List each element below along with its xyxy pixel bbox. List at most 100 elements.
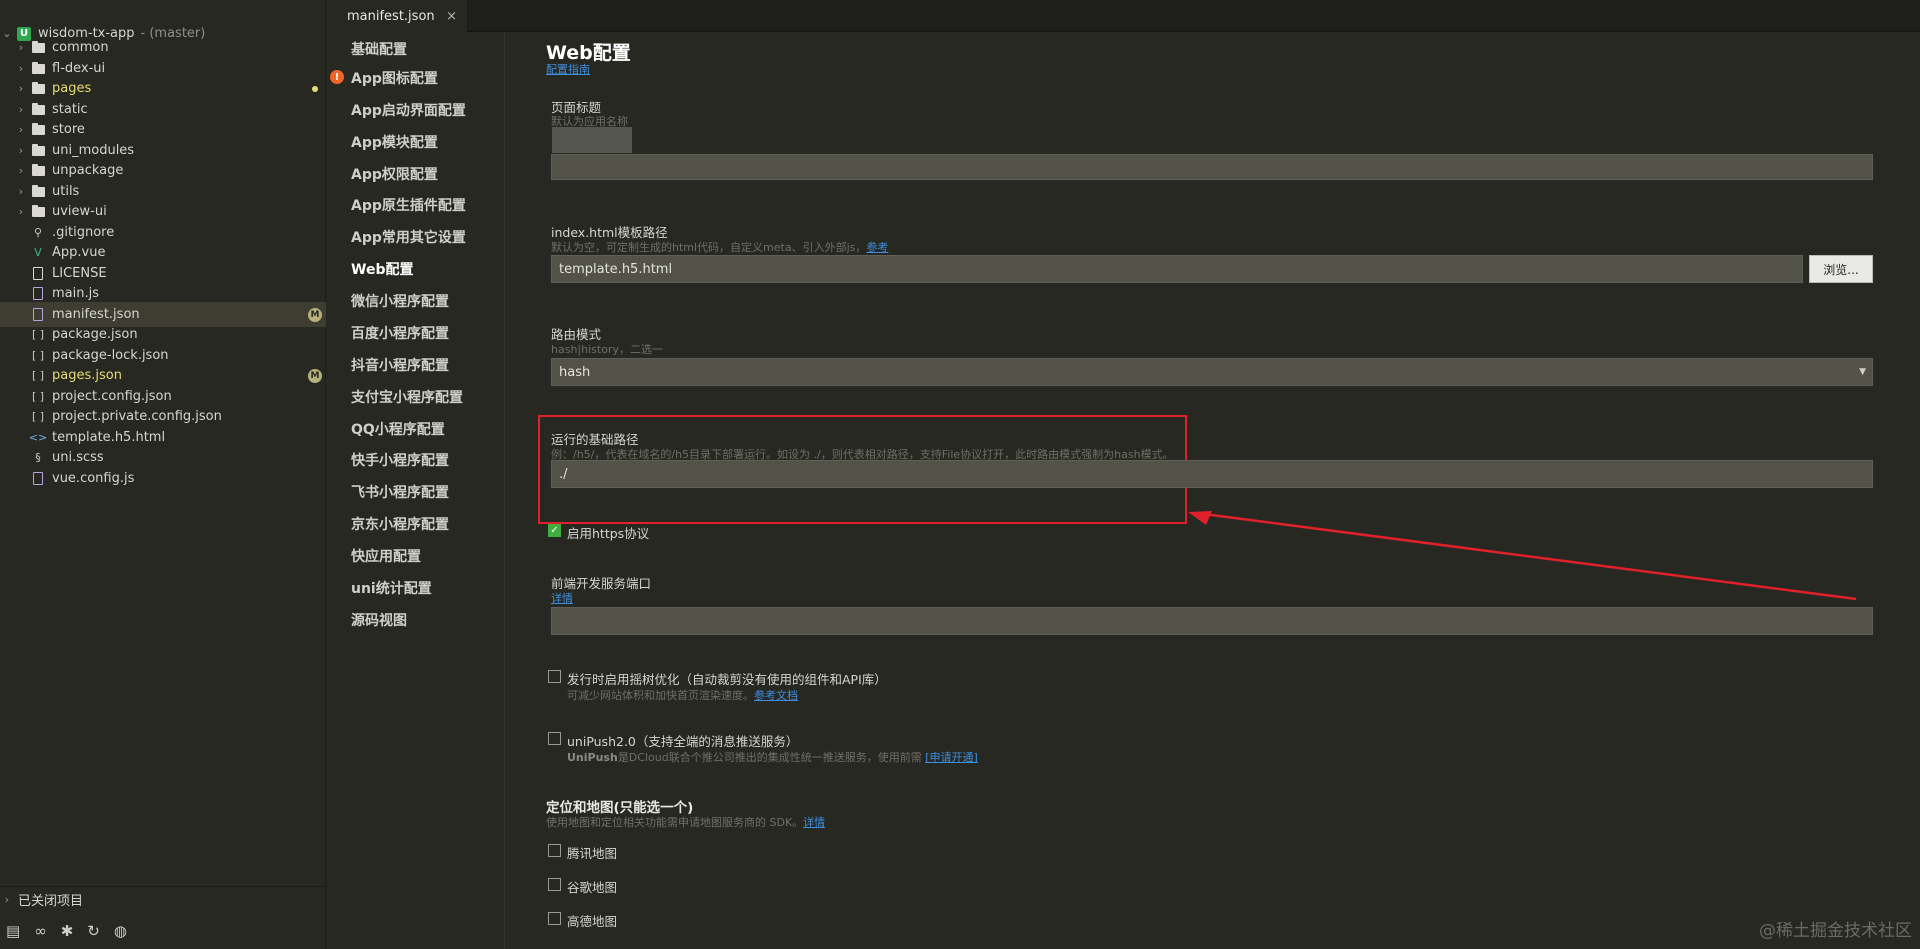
chevron-right-icon[interactable]: › xyxy=(14,144,28,157)
tab-label: manifest.json xyxy=(347,8,435,24)
nav-qq-mp-config[interactable]: QQ小程序配置 xyxy=(351,419,445,439)
folder-icon xyxy=(28,61,48,77)
nav-app-other-settings[interactable]: App常用其它设置 xyxy=(351,227,466,247)
nav-douyin-mp-config[interactable]: 抖音小程序配置 xyxy=(351,355,449,375)
closed-projects[interactable]: › 已关闭项目 xyxy=(0,886,326,911)
tree-item-label: main.js xyxy=(52,286,99,301)
chevron-right-icon[interactable]: › xyxy=(14,103,28,116)
nav-baidu-mp-config[interactable]: 百度小程序配置 xyxy=(351,323,449,343)
google-map-checkbox[interactable] xyxy=(548,878,561,891)
tree-item-label: unpackage xyxy=(52,163,124,178)
nav-app-native-plugin-config[interactable]: App原生插件配置 xyxy=(351,195,466,215)
nav-app-splash-config[interactable]: App启动界面配置 xyxy=(351,100,466,120)
router-mode-value: hash xyxy=(559,364,591,380)
html-file-icon: <> xyxy=(28,431,48,444)
vue-file-icon: V xyxy=(34,246,42,259)
dev-port-details-link[interactable]: 详情 xyxy=(551,590,573,606)
tree-item-label: pages.json xyxy=(52,368,122,383)
tree-item-label: store xyxy=(52,122,85,137)
folder-icon xyxy=(28,102,48,118)
config-guide-link[interactable]: 配置指南 xyxy=(546,61,590,77)
tree-item-label: App.vue xyxy=(52,245,106,260)
bug-icon[interactable]: ✱ xyxy=(61,922,74,940)
binoculars-icon[interactable]: ∞ xyxy=(34,922,47,940)
annotation-arrow xyxy=(1188,511,1857,601)
chevron-right-icon[interactable]: › xyxy=(14,41,28,54)
nav-basic-config[interactable]: 基础配置 xyxy=(351,39,407,59)
close-icon[interactable]: × xyxy=(446,9,457,24)
watermark: @稀土掘金技术社区 xyxy=(1759,921,1912,941)
tree-item-label: uview-ui xyxy=(52,204,107,219)
file-icon xyxy=(28,266,48,282)
page-title-input[interactable] xyxy=(551,154,1873,180)
json-file-icon: [ ] xyxy=(31,369,45,382)
tree-item-label: project.config.json xyxy=(52,389,172,404)
nav-jd-mp-config[interactable]: 京东小程序配置 xyxy=(351,514,449,534)
nav-app-icon-config[interactable]: App图标配置 xyxy=(351,68,438,88)
nav-feishu-mp-config[interactable]: 飞书小程序配置 xyxy=(351,482,449,502)
chevron-right-icon[interactable]: › xyxy=(14,123,28,136)
nav-web-config[interactable]: Web配置 xyxy=(351,259,413,279)
globe-icon[interactable]: ◍ xyxy=(114,922,127,940)
map-details-link[interactable]: 详情 xyxy=(803,816,825,829)
nav-alipay-mp-config[interactable]: 支付宝小程序配置 xyxy=(351,387,463,407)
tree-item-label: utils xyxy=(52,184,80,199)
base-path-input[interactable]: ./ xyxy=(551,460,1873,488)
tree-item-label: uni.scss xyxy=(52,450,104,465)
tree-shaking-docs-link[interactable]: 参考文档 xyxy=(754,689,798,702)
tree-item-label: uni_modules xyxy=(52,143,135,158)
template-path-input[interactable]: template.h5.html xyxy=(551,255,1803,283)
tencent-map-checkbox[interactable] xyxy=(548,844,561,857)
folder-icon[interactable]: ▤ xyxy=(6,922,20,940)
tree-shaking-hint: 可减少网站体积和加快首页渲染速度。参考文档 xyxy=(567,689,798,702)
tree-file-vue-config-js[interactable]: vue.config.js xyxy=(0,466,326,491)
chevron-right-icon[interactable]: › xyxy=(14,82,28,95)
unipush-apply-link[interactable]: [申请开通] xyxy=(925,751,978,764)
https-checkbox[interactable]: ✓ xyxy=(548,524,561,537)
https-label: 启用https协议 xyxy=(567,526,650,541)
chevron-right-icon[interactable]: › xyxy=(14,164,28,177)
unipush-checkbox[interactable] xyxy=(548,732,561,745)
router-mode-select[interactable]: hash ▼ xyxy=(551,358,1873,386)
json-file-icon: [ ] xyxy=(31,410,45,423)
dropdown-arrow-icon: ▼ xyxy=(1859,367,1866,377)
chevron-right-icon[interactable]: › xyxy=(14,185,28,198)
tree-item-label: template.h5.html xyxy=(52,430,166,445)
nav-quickapp-config[interactable]: 快应用配置 xyxy=(351,546,421,566)
nav-app-permission-config[interactable]: App权限配置 xyxy=(351,164,438,184)
redacted-area xyxy=(552,127,632,153)
browse-button[interactable]: 浏览... xyxy=(1809,255,1873,283)
refresh-icon[interactable]: ↻ xyxy=(87,922,100,940)
tree-item-label: manifest.json xyxy=(52,307,140,322)
nav-app-module-config[interactable]: App模块配置 xyxy=(351,132,438,152)
web-config-panel: Web配置 配置指南 页面标题 默认为应用名称 index.html模板路径 默… xyxy=(506,33,1920,949)
tree-item-label: vue.config.js xyxy=(52,471,135,486)
chevron-right-icon[interactable]: › xyxy=(0,893,14,906)
amap-checkbox[interactable] xyxy=(548,912,561,925)
json-file-icon: [ ] xyxy=(31,390,45,403)
chevron-right-icon[interactable]: › xyxy=(14,205,28,218)
modified-badge: M xyxy=(308,368,322,383)
tree-item-label: package.json xyxy=(52,327,138,342)
map-section-hint: 使用地图和定位相关功能需申请地图服务商的 SDK。详情 xyxy=(546,816,826,829)
dev-port-input[interactable] xyxy=(551,607,1873,635)
tree-shaking-checkbox[interactable] xyxy=(548,670,561,683)
json-file-icon: [ ] xyxy=(31,349,45,362)
folder-icon xyxy=(28,184,48,200)
explorer-toolbar: ▤ ∞ ✱ ↻ ◍ xyxy=(0,913,326,949)
modified-dot xyxy=(312,85,318,92)
nav-wechat-mp-config[interactable]: 微信小程序配置 xyxy=(351,291,449,311)
js-file-icon xyxy=(28,286,48,302)
map-section-title: 定位和地图(只能选一个) xyxy=(546,800,694,816)
closed-projects-label: 已关闭项目 xyxy=(18,893,84,909)
tab-manifest-json[interactable]: manifest.json × xyxy=(327,0,467,32)
nav-uni-stat-config[interactable]: uni统计配置 xyxy=(351,578,432,598)
project-explorer: ⌄ U wisdom-tx-app - (master) › common › … xyxy=(0,0,326,949)
nav-source-view[interactable]: 源码视图 xyxy=(351,610,407,630)
template-reference-link[interactable]: 参考 xyxy=(866,241,888,254)
nav-kuaishou-mp-config[interactable]: 快手小程序配置 xyxy=(351,450,449,470)
tree-item-label: .gitignore xyxy=(52,225,115,240)
amap-label: 高德地图 xyxy=(567,914,618,929)
google-map-label: 谷歌地图 xyxy=(567,880,618,895)
chevron-right-icon[interactable]: › xyxy=(14,62,28,75)
